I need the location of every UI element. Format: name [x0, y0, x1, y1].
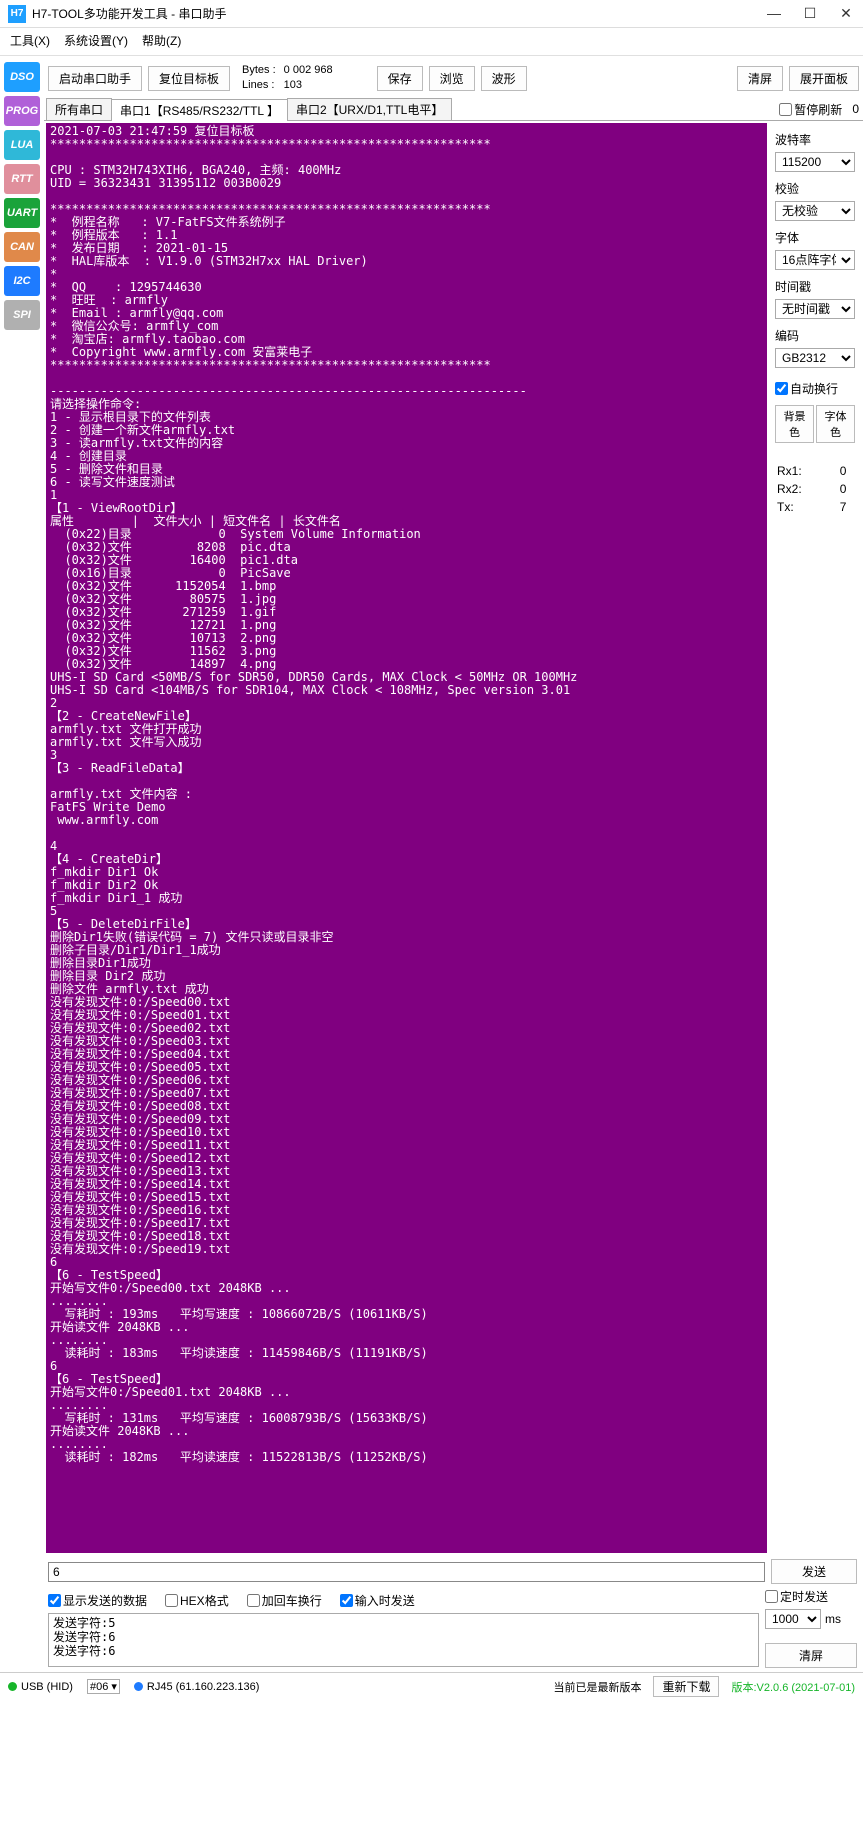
font-label: 字体 [775, 229, 855, 246]
side-rtt-button[interactable]: RTT [4, 164, 40, 194]
crlf-checkbox[interactable]: 加回车换行 [247, 1592, 322, 1609]
show-sent-checkbox[interactable]: 显示发送的数据 [48, 1592, 147, 1609]
menubar: 工具(X) 系统设置(Y) 帮助(Z) [0, 28, 863, 56]
wave-button[interactable]: 波形 [481, 66, 527, 91]
hex-checkbox[interactable]: HEX格式 [165, 1592, 229, 1609]
baud-label: 波特率 [775, 131, 855, 148]
status-version: 版本:V2.0.6 (2021-07-01) [731, 1679, 855, 1695]
tab-zero: 0 [852, 102, 859, 116]
minimize-icon[interactable]: — [765, 5, 783, 22]
menu-tools[interactable]: 工具(X) [10, 32, 50, 49]
start-serial-button[interactable]: 启动串口助手 [48, 66, 142, 91]
status-usb: USB (HID) [8, 1681, 73, 1693]
side-lua-button[interactable]: LUA [4, 130, 40, 160]
tab-port2[interactable]: 串口2【URX/D1,TTL电平】 [287, 98, 452, 120]
send-button[interactable]: 发送 [771, 1559, 857, 1584]
maximize-icon[interactable]: ☐ [801, 5, 819, 22]
browse-button[interactable]: 浏览 [429, 66, 475, 91]
clear-screen-button[interactable]: 清屏 [737, 66, 783, 91]
ms-label: ms [825, 1612, 841, 1626]
save-button[interactable]: 保存 [377, 66, 423, 91]
side-tool-bar: DSO PROG LUA RTT UART CAN I2C SPI [0, 56, 44, 1557]
status-latest: 当前已是最新版本 [553, 1679, 641, 1695]
reset-target-button[interactable]: 复位目标板 [148, 66, 230, 91]
send-input[interactable] [48, 1562, 765, 1582]
pause-refresh-checkbox[interactable]: 暂停刷新 [779, 101, 842, 118]
tab-port1[interactable]: 串口1【RS485/RS232/TTL 】 [111, 99, 288, 121]
app-icon: H7 [8, 5, 26, 23]
side-spi-button[interactable]: SPI [4, 300, 40, 330]
send-log[interactable]: 发送字符:5 发送字符:6 发送字符:6 [48, 1613, 759, 1667]
send-on-input-checkbox[interactable]: 输入时发送 [340, 1592, 415, 1609]
bg-color-button[interactable]: 背景色 [775, 405, 814, 443]
close-icon[interactable]: ✕ [837, 5, 855, 22]
side-can-button[interactable]: CAN [4, 232, 40, 262]
side-prog-button[interactable]: PROG [4, 96, 40, 126]
rx-tx-counts: Rx1:0 Rx2:0 Tx:7 [775, 461, 855, 517]
auto-wrap-checkbox[interactable]: 自动换行 [775, 380, 855, 397]
encoding-label: 编码 [775, 327, 855, 344]
menu-help[interactable]: 帮助(Z) [142, 32, 181, 49]
timestamp-select[interactable]: 无时间戳 [775, 299, 855, 319]
side-dso-button[interactable]: DSO [4, 62, 40, 92]
baud-select[interactable]: 115200 [775, 152, 855, 172]
encoding-select[interactable]: GB2312 [775, 348, 855, 368]
font-select[interactable]: 16点阵字体 [775, 250, 855, 270]
side-uart-button[interactable]: UART [4, 198, 40, 228]
redownload-button[interactable]: 重新下载 [653, 1676, 719, 1697]
timestamp-label: 时间戳 [775, 278, 855, 295]
window-title: H7-TOOL多功能开发工具 - 串口助手 [32, 5, 765, 22]
timed-send-checkbox[interactable]: 定时发送 [765, 1588, 857, 1605]
fg-color-button[interactable]: 字体色 [816, 405, 855, 443]
status-hash-select[interactable]: #06 ▾ [87, 1679, 120, 1694]
parity-select[interactable]: 无校验 [775, 201, 855, 221]
clear-send-button[interactable]: 清屏 [765, 1643, 857, 1668]
interval-select[interactable]: 1000 [765, 1609, 821, 1629]
side-i2c-button[interactable]: I2C [4, 266, 40, 296]
byte-stats: Bytes :0 002 968 Lines :103 [240, 62, 335, 94]
terminal-output[interactable]: 2021-07-03 21:47:59 复位目标板 **************… [46, 123, 767, 1553]
status-rj45: RJ45 (61.160.223.136) [134, 1681, 260, 1693]
expand-panel-button[interactable]: 展开面板 [789, 66, 859, 91]
menu-settings[interactable]: 系统设置(Y) [64, 32, 128, 49]
tab-all-ports[interactable]: 所有串口 [46, 98, 112, 120]
parity-label: 校验 [775, 180, 855, 197]
